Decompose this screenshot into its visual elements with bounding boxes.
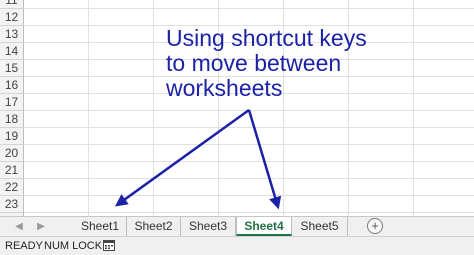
column-line (153, 0, 154, 216)
macro-record-icon[interactable] (103, 240, 115, 251)
row-header-21[interactable]: 21 (0, 162, 24, 179)
tab-sheet2[interactable]: Sheet2 (127, 217, 181, 236)
callout-line-1: Using shortcut keys (166, 25, 367, 51)
row-header-15[interactable]: 15 (0, 60, 24, 77)
grid-line (24, 8, 474, 9)
grid-line (24, 212, 474, 213)
add-sheet-icon[interactable]: + (367, 218, 383, 234)
grid-line (24, 195, 474, 196)
row-header-13[interactable]: 13 (0, 26, 24, 43)
row-header-16[interactable]: 16 (0, 77, 24, 94)
tab-sheet1[interactable]: Sheet1 (74, 217, 127, 236)
grid-line (24, 110, 474, 111)
grid-line (24, 144, 474, 145)
row-header-20[interactable]: 20 (0, 145, 24, 162)
status-num-lock: NUM LOCK (44, 240, 103, 252)
row-header-22[interactable]: 22 (0, 179, 24, 196)
column-line (413, 0, 414, 216)
callout-line-2: to move between (166, 50, 342, 76)
row-header-19[interactable]: 19 (0, 128, 24, 145)
row-header-17[interactable]: 17 (0, 94, 24, 111)
tab-sheet4[interactable]: Sheet4 (236, 217, 292, 236)
status-ready: READY (5, 240, 43, 252)
triangle-left-icon[interactable]: ◀ (10, 217, 28, 236)
column-line (88, 0, 89, 216)
sheet-tab-bar: ◀ ▶ Sheet1 Sheet2 Sheet3 Sheet4 Sheet5 + (0, 216, 474, 236)
grid-line (24, 161, 474, 162)
triangle-right-icon[interactable]: ▶ (32, 217, 50, 236)
grid-line (24, 127, 474, 128)
row-header-11[interactable]: 11 (0, 0, 24, 9)
status-bar: READY NUM LOCK (0, 236, 474, 255)
tab-sheet5[interactable]: Sheet5 (292, 217, 348, 236)
annotation-callout: Using shortcut keys to move between work… (166, 26, 367, 101)
callout-line-3: worksheets (166, 75, 283, 101)
tab-sheet3[interactable]: Sheet3 (181, 217, 236, 236)
row-header-14[interactable]: 14 (0, 43, 24, 60)
row-header-12[interactable]: 12 (0, 9, 24, 26)
row-header-23[interactable]: 23 (0, 196, 24, 213)
row-header-18[interactable]: 18 (0, 111, 24, 128)
grid-line (24, 178, 474, 179)
